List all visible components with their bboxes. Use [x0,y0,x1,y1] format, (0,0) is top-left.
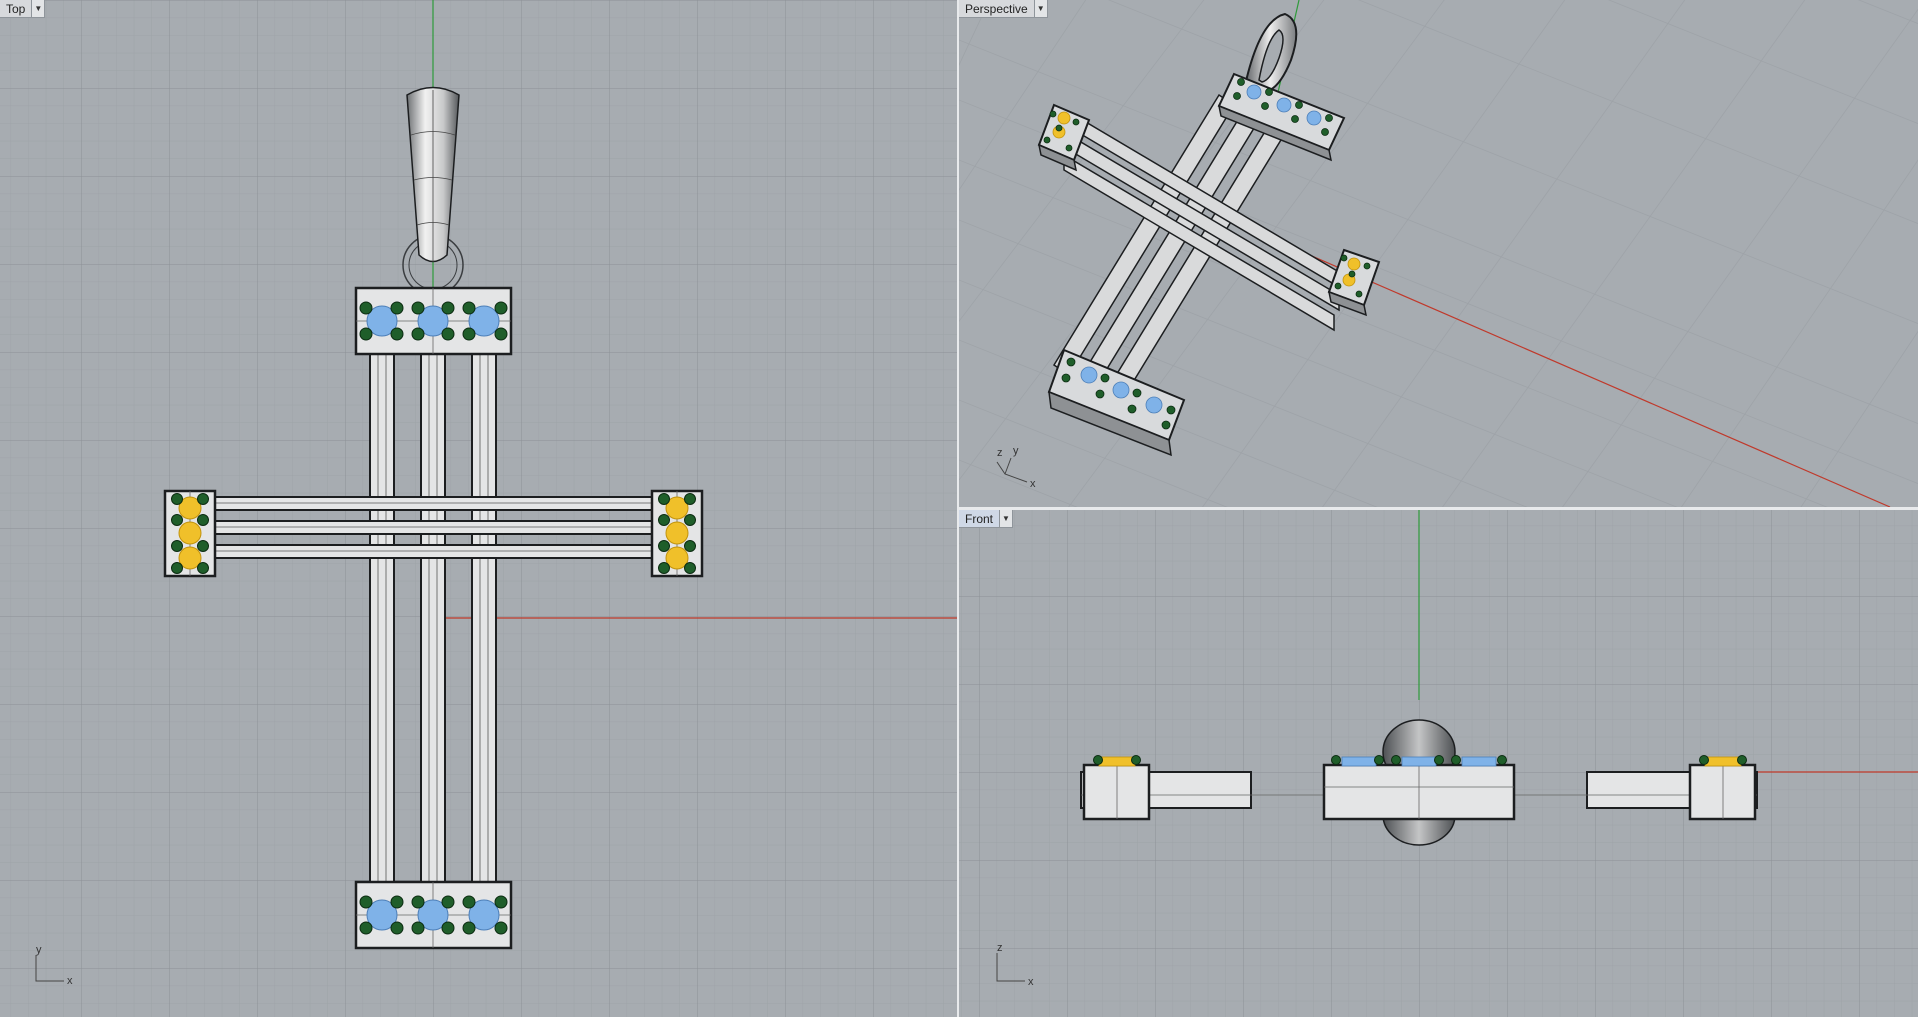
perspective-viewport-label: Perspective [965,2,1028,16]
horizontal-bars[interactable] [212,496,654,559]
front-viewport-tab[interactable]: Front ▼ [959,510,1014,528]
front-viewport-label: Front [965,512,994,526]
bottom-gem-block[interactable] [354,880,513,950]
left-gem-block[interactable] [1082,755,1151,821]
vertical-bars[interactable] [369,349,497,886]
perspective-grid [959,0,1918,507]
perspective-view-canvas[interactable]: z y x [959,0,1918,507]
chevron-down-icon[interactable]: ▼ [31,0,45,17]
axis-z-label: z [997,447,1003,459]
top-viewport[interactable]: Top ▼ y x [0,0,957,1017]
axis-z-label: z [997,942,1003,954]
axis-x-label: x [67,975,73,987]
top-viewport-tab[interactable]: Top ▼ [0,0,46,18]
bottom-gem-block[interactable] [1047,348,1186,457]
axis-x-label: x [1030,478,1036,490]
axis-y-label: y [36,944,42,956]
axis-y-label: y [1013,445,1019,457]
front-view-canvas[interactable]: z x [959,510,1918,1017]
chevron-down-icon[interactable]: ▼ [1033,0,1047,17]
center-gem-block[interactable] [1322,755,1516,821]
axis-x-label: x [1028,976,1034,988]
x-axis-line [1228,219,1891,507]
top-gem-block[interactable] [354,286,513,356]
left-gem-block[interactable] [163,489,217,578]
front-viewport[interactable]: Front ▼ z x [959,510,1918,1017]
top-viewport-label: Top [6,2,26,16]
perspective-viewport-tab[interactable]: Perspective ▼ [959,0,1048,18]
top-view-canvas[interactable]: y x [0,0,957,1017]
right-gem-block[interactable] [1688,755,1757,821]
perspective-viewport[interactable]: Perspective ▼ z y x [959,0,1918,507]
right-gem-block[interactable] [650,489,704,578]
viewport-splitter-horizontal[interactable] [959,507,1918,510]
chevron-down-icon[interactable]: ▼ [999,510,1013,527]
